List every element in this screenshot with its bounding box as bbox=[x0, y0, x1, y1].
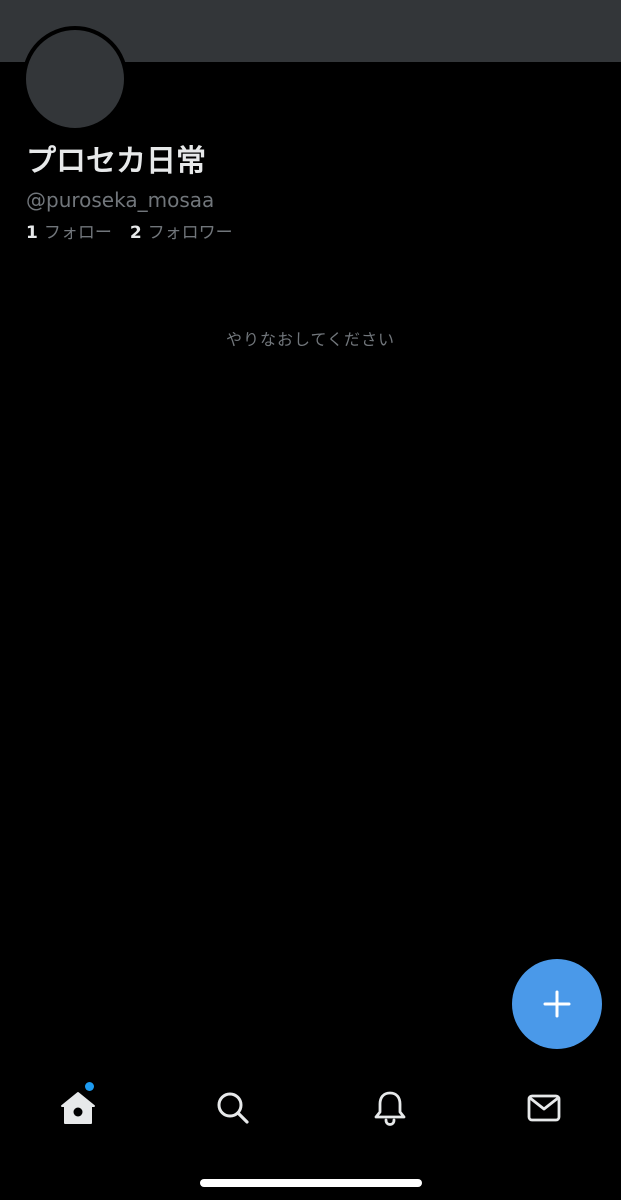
followers-count: 2 bbox=[129, 223, 142, 243]
tab-notifications[interactable] bbox=[365, 1086, 415, 1130]
plus-icon bbox=[543, 990, 571, 1018]
handle: @puroseka_mosaa bbox=[26, 188, 215, 212]
search-icon bbox=[217, 1092, 249, 1124]
bottom-tab-bar bbox=[0, 1066, 621, 1146]
mail-icon bbox=[527, 1094, 561, 1122]
retry-message: やりなおしてください bbox=[225, 330, 396, 349]
bell-icon bbox=[374, 1091, 406, 1126]
tab-search[interactable] bbox=[208, 1086, 258, 1130]
home-indicator[interactable] bbox=[200, 1179, 422, 1187]
following-link[interactable]: 1 フォロー bbox=[26, 220, 112, 246]
display-name: プロセカ日常 bbox=[26, 144, 206, 179]
followers-label: フォロワー bbox=[147, 223, 233, 243]
avatar[interactable] bbox=[22, 26, 128, 132]
compose-button[interactable] bbox=[512, 959, 602, 1049]
following-count: 1 bbox=[26, 223, 38, 243]
follow-stats: 1 フォロー 2 フォロワー bbox=[26, 220, 233, 246]
tab-messages[interactable] bbox=[519, 1086, 569, 1130]
following-label: フォロー bbox=[43, 223, 112, 243]
notification-dot bbox=[85, 1082, 94, 1091]
home-icon bbox=[61, 1092, 95, 1124]
followers-link[interactable]: 2 フォロワー bbox=[130, 220, 233, 246]
tab-home[interactable] bbox=[53, 1082, 103, 1130]
